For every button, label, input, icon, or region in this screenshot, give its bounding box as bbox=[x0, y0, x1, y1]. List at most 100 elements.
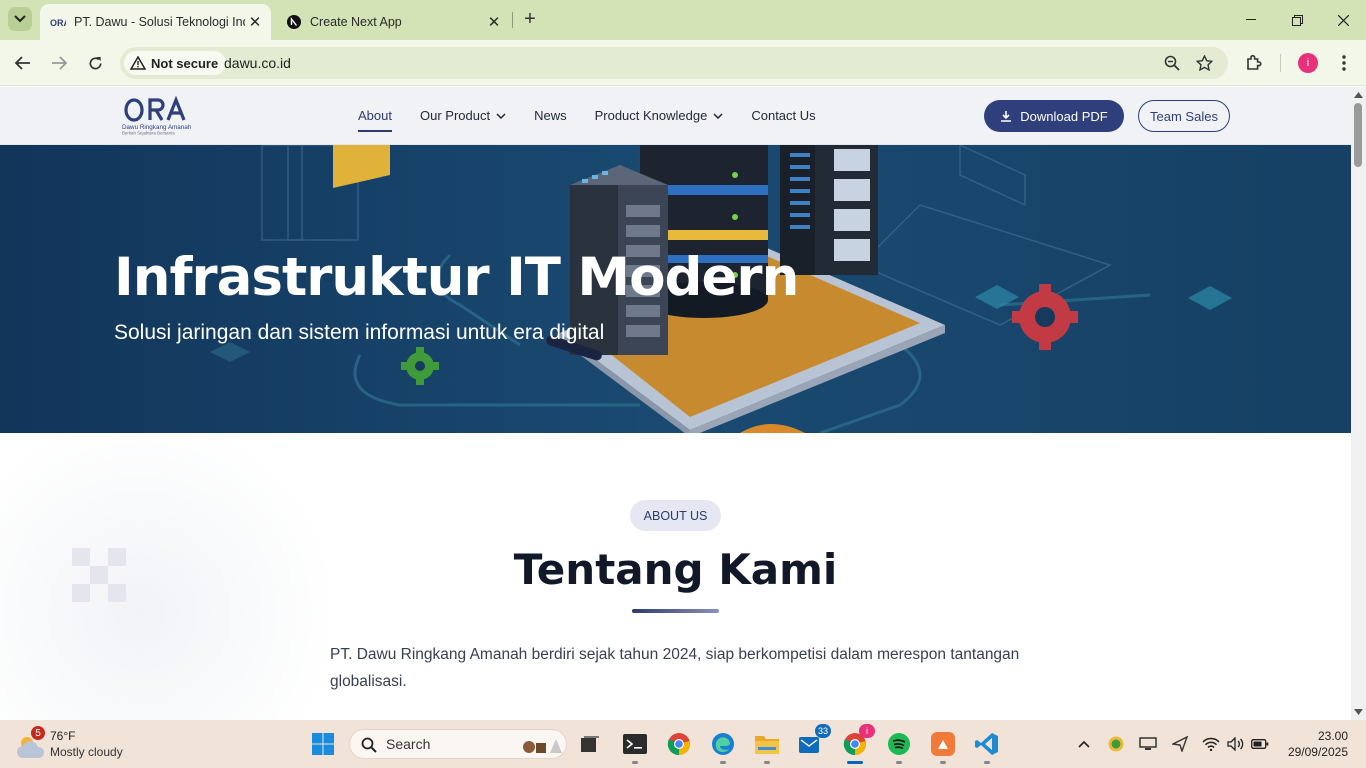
taskbar-terminal[interactable] bbox=[617, 726, 653, 764]
scroll-up-icon[interactable] bbox=[1354, 91, 1363, 99]
nav-label: News bbox=[534, 108, 567, 123]
nextjs-icon bbox=[286, 14, 302, 30]
site-logo[interactable]: Dawu Ringkang Amanah Berkah Sejahtera Be… bbox=[121, 95, 195, 136]
close-window-button[interactable] bbox=[1320, 4, 1366, 36]
chevron-down-icon bbox=[713, 112, 723, 119]
close-tab-icon[interactable]: ✕ bbox=[245, 12, 265, 32]
address-bar[interactable]: Not secure dawu.co.id bbox=[120, 47, 1228, 79]
start-button[interactable] bbox=[305, 726, 341, 762]
download-pdf-button[interactable]: Download PDF bbox=[984, 100, 1124, 132]
download-icon bbox=[1001, 111, 1012, 122]
puzzle-icon bbox=[1247, 54, 1262, 70]
nav-contact-us[interactable]: Contact Us bbox=[751, 108, 815, 123]
nav-about[interactable]: About bbox=[358, 108, 392, 132]
nav-label: Our Product bbox=[419, 108, 491, 123]
security-indicator[interactable]: Not secure bbox=[124, 51, 227, 75]
scroll-thumb[interactable] bbox=[1354, 103, 1362, 167]
restore-button[interactable] bbox=[1274, 4, 1320, 36]
profile-badge: i bbox=[859, 724, 875, 738]
running-indicator bbox=[720, 761, 726, 764]
taskbar-task-view[interactable] bbox=[572, 726, 608, 762]
folder-icon bbox=[755, 736, 779, 754]
forward-button[interactable] bbox=[44, 48, 74, 78]
tab-search-button[interactable] bbox=[8, 7, 32, 31]
weather-widget[interactable]: 5 76°F Mostly cloudy bbox=[14, 726, 154, 762]
running-indicator bbox=[940, 761, 946, 764]
back-button[interactable] bbox=[8, 48, 38, 78]
team-sales-button[interactable]: Team Sales bbox=[1138, 100, 1230, 132]
profile-avatar[interactable]: i bbox=[1298, 53, 1318, 73]
search-label: Search bbox=[386, 736, 431, 752]
taskbar-spotify[interactable] bbox=[881, 726, 917, 764]
more-vertical-icon bbox=[1342, 55, 1346, 71]
chevron-down-icon bbox=[496, 112, 506, 119]
download-label: Download PDF bbox=[1020, 108, 1108, 124]
zoom-button[interactable] bbox=[1160, 52, 1184, 74]
running-indicator bbox=[632, 761, 638, 764]
weather-condition: Mostly cloudy bbox=[50, 745, 123, 759]
running-indicator bbox=[896, 761, 902, 764]
tab-dawu[interactable]: ORA PT. Dawu - Solusi Teknologi Indonesi… bbox=[40, 4, 271, 40]
weather-badge: 5 bbox=[31, 726, 45, 740]
hero-subtitle: Solusi jaringan dan sistem informasi unt… bbox=[114, 321, 605, 344]
battery-status[interactable] bbox=[1250, 734, 1270, 754]
taskbar-chrome-profile[interactable]: i bbox=[837, 724, 875, 764]
nav-label: Product Knowledge bbox=[594, 108, 708, 123]
chrome-icon bbox=[667, 733, 690, 756]
toolbar-separator bbox=[1280, 54, 1281, 72]
spotify-icon bbox=[888, 733, 910, 755]
tray-app-icon[interactable] bbox=[1106, 734, 1126, 754]
tray-display-icon[interactable] bbox=[1138, 734, 1158, 754]
windows-taskbar: 5 76°F Mostly cloudy Search 33 i 23.00 2… bbox=[0, 720, 1366, 768]
wifi-status[interactable] bbox=[1201, 734, 1221, 754]
about-paragraph: PT. Dawu Ringkang Amanah berdiri sejak t… bbox=[330, 646, 1020, 690]
speaker-icon bbox=[1227, 737, 1244, 751]
browser-menu-button[interactable] bbox=[1332, 51, 1356, 75]
windows-icon bbox=[312, 733, 334, 755]
svg-text:ORA: ORA bbox=[50, 18, 66, 28]
close-tab-icon[interactable]: ✕ bbox=[484, 12, 504, 32]
bookmark-button[interactable] bbox=[1192, 52, 1216, 74]
show-hidden-icons-button[interactable] bbox=[1074, 734, 1094, 754]
main-nav: About Our Product News Product Knowledge… bbox=[358, 108, 844, 132]
browser-toolbar: Not secure dawu.co.id i bbox=[0, 40, 1366, 86]
tab-title: PT. Dawu - Solusi Teknologi Indonesia bbox=[74, 15, 245, 29]
tab-strip: ORA PT. Dawu - Solusi Teknologi Indonesi… bbox=[0, 0, 1366, 40]
extensions-button[interactable] bbox=[1242, 51, 1266, 75]
ora-logo-icon: Dawu Ringkang Amanah Berkah Sejahtera Be… bbox=[122, 95, 192, 136]
scroll-down-icon[interactable] bbox=[1354, 708, 1363, 716]
terminal-icon bbox=[623, 734, 647, 754]
nav-news[interactable]: News bbox=[534, 108, 567, 123]
reload-button[interactable] bbox=[80, 48, 110, 78]
tray-location-icon[interactable] bbox=[1170, 734, 1190, 754]
taskbar-file-explorer[interactable] bbox=[749, 726, 785, 764]
warning-icon bbox=[130, 56, 146, 70]
send-icon bbox=[1172, 736, 1188, 752]
taskbar-search[interactable]: Search bbox=[349, 729, 567, 759]
arrow-right-icon bbox=[52, 56, 67, 70]
tab-create-next-app[interactable]: Create Next App ✕ bbox=[276, 4, 510, 40]
clock-date: 29/09/2025 bbox=[1287, 745, 1348, 759]
taskbar-mail[interactable]: 33 bbox=[793, 724, 831, 762]
about-badge: ABOUT US bbox=[630, 500, 721, 531]
volume-status[interactable] bbox=[1226, 734, 1246, 754]
dawu-logo-icon: ORA bbox=[50, 14, 66, 30]
taskbar-vscode[interactable] bbox=[969, 726, 1005, 764]
edge-icon bbox=[712, 733, 734, 755]
tab-separator bbox=[512, 12, 513, 28]
nav-our-product[interactable]: Our Product bbox=[420, 108, 506, 123]
taskbar-chrome[interactable] bbox=[661, 726, 697, 762]
new-tab-button[interactable]: + bbox=[519, 8, 541, 30]
zoom-icon bbox=[1164, 55, 1180, 71]
minimize-button[interactable] bbox=[1228, 4, 1274, 36]
battery-icon bbox=[1251, 739, 1269, 749]
postman-icon bbox=[931, 732, 955, 756]
close-icon bbox=[1337, 14, 1349, 26]
page-scrollbar[interactable] bbox=[1351, 87, 1366, 720]
title-divider bbox=[632, 609, 719, 613]
nav-label: About bbox=[358, 108, 392, 123]
system-clock[interactable]: 23.00 29/09/2025 bbox=[1288, 728, 1348, 760]
taskbar-postman[interactable] bbox=[925, 726, 961, 764]
taskbar-edge[interactable] bbox=[705, 726, 741, 764]
nav-product-knowledge[interactable]: Product Knowledge bbox=[595, 108, 724, 123]
